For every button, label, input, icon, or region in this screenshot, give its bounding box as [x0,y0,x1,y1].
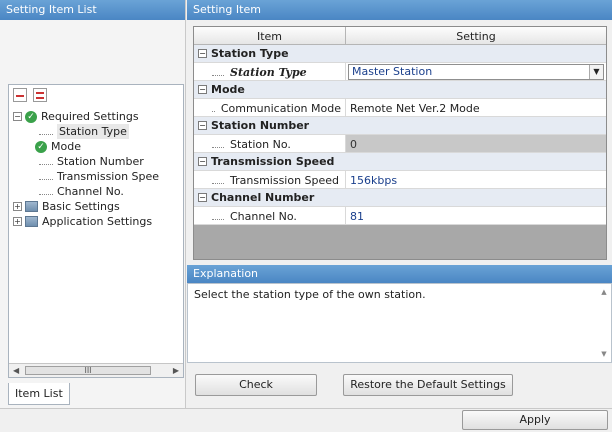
transmission-speed-value[interactable]: 156kbps [346,171,606,188]
tree-node-label: Station Type [57,124,129,139]
setting-row-channel-no: Channel No. 81 [194,207,606,225]
setting-item-label: Transmission Speed [230,174,340,187]
scroll-thumb[interactable]: III [25,366,151,375]
apply-button[interactable]: Apply [462,410,608,430]
check-button[interactable]: Check [195,374,317,396]
scroll-left-icon[interactable]: ◀ [13,366,19,375]
expand-toggle-icon[interactable]: + [13,202,22,211]
setting-item-list-header: Setting Item List [0,0,185,20]
item-tree-view: − ✓ Required Settings Station Type ✓ Mod… [8,84,184,378]
tab-item-list[interactable]: Item List [8,383,70,405]
scroll-up-icon[interactable]: ▲ [601,288,606,296]
setting-row-station-no: Station No. 0 [194,135,606,153]
tree-node-station-type[interactable]: Station Type [13,124,183,139]
collapse-toggle-icon[interactable]: − [13,112,22,121]
tree-node-channel-no[interactable]: Channel No. [13,184,183,199]
check-circle-icon: ✓ [35,140,47,153]
horizontal-scrollbar[interactable]: ◀ III ▶ [9,363,183,377]
tree-node-label: Application Settings [42,215,153,228]
collapse-all-icon[interactable] [33,88,47,102]
station-type-select[interactable]: Master Station ▼ [348,63,604,80]
settings-folder-icon [25,216,38,227]
collapse-icon[interactable]: − [198,85,207,94]
settings-window: Setting Item List − ✓ Required Settings … [0,0,612,432]
tree-node-application-settings[interactable]: + Application Settings [13,214,183,229]
tree-node-label: Mode [51,140,81,153]
tree-node-station-number[interactable]: Station Number [13,154,183,169]
expand-toggle-icon[interactable]: + [13,217,22,226]
dropdown-arrow-icon[interactable]: ▼ [589,64,603,79]
collapse-icon[interactable]: − [198,49,207,58]
explanation-text: Select the station type of the own stati… [194,288,426,301]
tree-node-basic-settings[interactable]: + Basic Settings [13,199,183,214]
category-row-station-type[interactable]: − Station Type [194,45,606,63]
category-row-channel-number[interactable]: − Channel Number [194,189,606,207]
category-row-mode[interactable]: − Mode [194,81,606,99]
tree-node-required-settings[interactable]: − ✓ Required Settings [13,109,183,124]
tree-node-mode[interactable]: ✓ Mode [13,139,183,154]
setting-row-station-type: Station Type Master Station ▼ [194,63,606,81]
category-row-transmission-speed[interactable]: − Transmission Speed [194,153,606,171]
tree-node-label: Transmission Spee [57,170,160,183]
column-header-setting: Setting [456,30,496,43]
setting-row-transmission-speed: Transmission Speed 156kbps [194,171,606,189]
explanation-box: Select the station type of the own stati… [187,283,612,363]
setting-item-header: Setting Item [187,0,612,20]
tree-node-label: Channel No. [57,185,124,198]
vertical-scrollbar[interactable]: ▲ ▼ [599,288,609,358]
setting-item-label: Channel No. [230,210,297,223]
setting-row-communication-mode: Communication Mode Remote Net Ver.2 Mode [194,99,606,117]
setting-item-list-panel: Setting Item List − ✓ Required Settings … [0,0,186,408]
collapse-icon[interactable]: − [198,157,207,166]
channel-no-value[interactable]: 81 [346,207,606,224]
explanation-header: Explanation [187,265,612,283]
column-header-item: Item [194,27,346,44]
check-circle-icon: ✓ [25,110,37,123]
settings-folder-icon [25,201,38,212]
restore-default-settings-button[interactable]: Restore the Default Settings [343,374,513,396]
setting-item-label: Communication Mode [220,102,341,115]
tree-node-label: Required Settings [41,110,139,123]
tree-node-transmission-speed[interactable]: Transmission Spee [13,169,183,184]
collapse-icon[interactable]: − [198,121,207,130]
settings-grid: Item Setting − Station Type Station Type … [193,26,607,260]
collapse-icon[interactable]: − [198,193,207,202]
scroll-down-icon[interactable]: ▼ [601,350,606,358]
settings-tree: − ✓ Required Settings Station Type ✓ Mod… [9,107,183,229]
scroll-right-icon[interactable]: ▶ [173,366,179,375]
communication-mode-value[interactable]: Remote Net Ver.2 Mode [346,99,606,116]
setting-item-panel: Setting Item Item Setting − Station Type … [187,0,612,408]
tree-node-label: Basic Settings [42,200,120,213]
setting-item-label: Station Type [230,66,307,79]
expand-all-icon[interactable] [13,88,27,102]
setting-item-label: Station No. [230,138,291,151]
category-row-station-number[interactable]: − Station Number [194,117,606,135]
station-no-value: 0 [346,135,606,152]
tree-node-label: Station Number [57,155,144,168]
